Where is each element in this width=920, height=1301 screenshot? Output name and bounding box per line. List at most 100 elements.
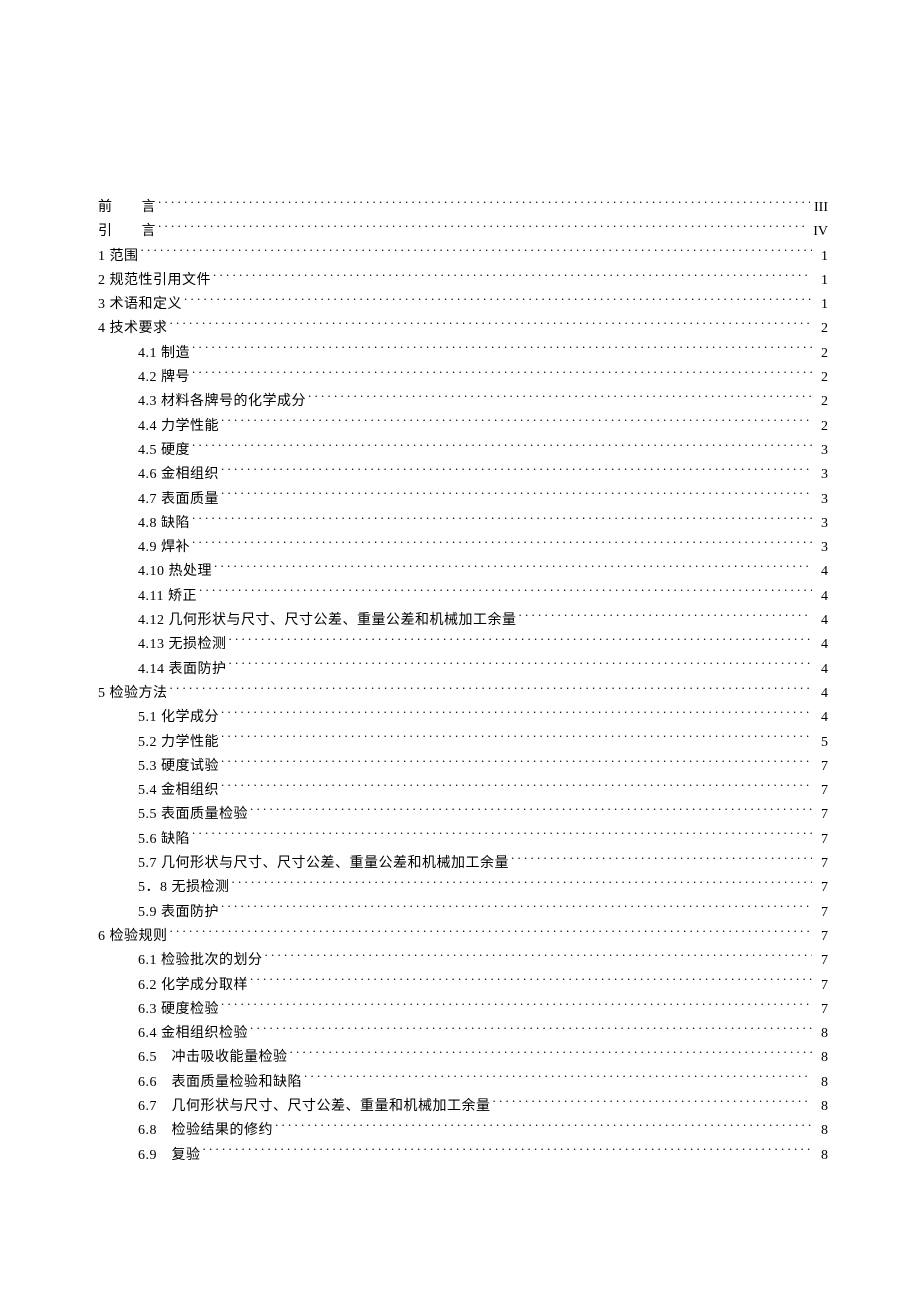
toc-page-number: 4 (814, 560, 828, 584)
toc-leader-dots (192, 829, 812, 843)
toc-leader-dots (192, 343, 812, 357)
toc-entry: 5.1 化学成分 4 (98, 706, 828, 730)
toc-leader-dots (221, 416, 812, 430)
toc-label: 4.11 矫正 (138, 585, 197, 609)
toc-label: 3 术语和定义 (98, 293, 182, 317)
toc-label: 6 检验规则 (98, 925, 168, 949)
toc-page-number: 2 (814, 415, 828, 439)
toc-page-number: 7 (814, 998, 828, 1022)
toc-leader-dots (141, 246, 813, 260)
toc-page-number: 7 (814, 828, 828, 852)
toc-leader-dots (275, 1120, 812, 1134)
toc-entry: 4.10 热处理 4 (98, 560, 828, 584)
toc-entry: 6.8 检验结果的修约8 (98, 1119, 828, 1143)
toc-page-number: 2 (814, 317, 828, 341)
toc-label: 引 言 (98, 220, 156, 244)
toc-entry: 5 检验方法4 (98, 682, 828, 706)
toc-leader-dots (221, 756, 812, 770)
toc-entry: 6.7 几何形状与尺寸、尺寸公差、重量和机械加工余量8 (98, 1095, 828, 1119)
toc-leader-dots (170, 926, 813, 940)
toc-page-number: 7 (814, 949, 828, 973)
toc-entry: 前 言III (98, 196, 828, 220)
toc-entry: 1 范围1 (98, 245, 828, 269)
toc-leader-dots (511, 853, 812, 867)
toc-entry: 4.13 无损检测 4 (98, 633, 828, 657)
toc-label: 6.6 表面质量检验和缺陷 (138, 1071, 302, 1095)
toc-leader-dots (213, 270, 812, 284)
toc-label: 4 技术要求 (98, 317, 168, 341)
toc-label: 4.14 表面防护 (138, 658, 227, 682)
toc-entry: 4.11 矫正 4 (98, 585, 828, 609)
toc-leader-dots (290, 1047, 813, 1061)
toc-label: 5.4 金相组织 (138, 779, 219, 803)
toc-label: 4.4 力学性能 (138, 415, 219, 439)
toc-leader-dots (170, 683, 813, 697)
toc-page-number: 3 (814, 536, 828, 560)
toc-entry: 5．8 无损检测7 (98, 876, 828, 900)
toc-page-number: 7 (814, 876, 828, 900)
toc-leader-dots (221, 707, 812, 721)
toc-entry: 5.3 硬度试验7 (98, 755, 828, 779)
toc-label: 6.7 几何形状与尺寸、尺寸公差、重量和机械加工余量 (138, 1095, 491, 1119)
toc-page-number: 8 (814, 1071, 828, 1095)
toc-leader-dots (221, 732, 812, 746)
toc-entry: 6.6 表面质量检验和缺陷 8 (98, 1071, 828, 1095)
toc-entry: 5.2 力学性能5 (98, 731, 828, 755)
toc-page-number: 1 (814, 269, 828, 293)
toc-leader-dots (519, 610, 813, 624)
toc-page-number: 4 (814, 585, 828, 609)
toc-leader-dots (184, 294, 812, 308)
page: 前 言III引 言IV1 范围12 规范性引用文件13 术语和定义14 技术要求… (0, 0, 920, 1301)
toc-leader-dots (304, 1072, 812, 1086)
toc-page-number: 7 (814, 852, 828, 876)
toc-leader-dots (158, 221, 809, 235)
toc-entry: 5.7 几何形状与尺寸、尺寸公差、重量公差和机械加工余量7 (98, 852, 828, 876)
toc-leader-dots (192, 513, 812, 527)
toc-page-number: 8 (814, 1144, 828, 1168)
toc-label: 5.6 缺陷 (138, 828, 190, 852)
toc-leader-dots (192, 440, 812, 454)
toc-leader-dots (250, 1023, 812, 1037)
toc-label: 4.1 制造 (138, 342, 190, 366)
toc-leader-dots (221, 780, 812, 794)
toc-page-number: 1 (814, 293, 828, 317)
toc-label: 4.7 表面质量 (138, 488, 219, 512)
toc-entry: 5.5 表面质量检验7 (98, 803, 828, 827)
toc-label: 4.10 热处理 (138, 560, 212, 584)
toc-label: 6.3 硬度检验 (138, 998, 219, 1022)
toc-page-number: 7 (814, 974, 828, 998)
toc-entry: 3 术语和定义 1 (98, 293, 828, 317)
toc-label: 4.13 无损检测 (138, 633, 227, 657)
toc-label: 5 检验方法 (98, 682, 168, 706)
toc-label: 前 言 (98, 196, 156, 220)
toc-label: 4.5 硬度 (138, 439, 190, 463)
toc-entry: 4.6 金相组织 3 (98, 463, 828, 487)
toc-page-number: 2 (814, 390, 828, 414)
toc-leader-dots (229, 634, 813, 648)
toc-label: 5.1 化学成分 (138, 706, 219, 730)
toc-page-number: 3 (814, 512, 828, 536)
toc-entry: 4 技术要求 2 (98, 317, 828, 341)
toc-label: 4.3 材料各牌号的化学成分 (138, 390, 306, 414)
toc-entry: 4.14 表面防护4 (98, 658, 828, 682)
toc-leader-dots (250, 804, 812, 818)
toc-page-number: 2 (814, 366, 828, 390)
toc-page-number: 3 (814, 463, 828, 487)
toc-page-number: 2 (814, 342, 828, 366)
toc-page-number: 4 (814, 633, 828, 657)
toc-page-number: 7 (814, 901, 828, 925)
toc-entry: 4.8 缺陷3 (98, 512, 828, 536)
toc-page-number: 8 (814, 1022, 828, 1046)
toc-leader-dots (221, 489, 812, 503)
toc-label: 2 规范性引用文件 (98, 269, 211, 293)
toc-label: 4.6 金相组织 (138, 463, 219, 487)
toc-leader-dots (221, 902, 812, 916)
toc-entry: 6.5 冲击吸收能量检验8 (98, 1046, 828, 1070)
toc-page-number: 7 (814, 803, 828, 827)
toc-page-number: 8 (814, 1046, 828, 1070)
toc-page-number: 4 (814, 609, 828, 633)
toc-page-number: 7 (814, 755, 828, 779)
toc-entry: 5.9 表面防护7 (98, 901, 828, 925)
toc-page-number: 4 (814, 706, 828, 730)
toc-leader-dots (170, 318, 813, 332)
